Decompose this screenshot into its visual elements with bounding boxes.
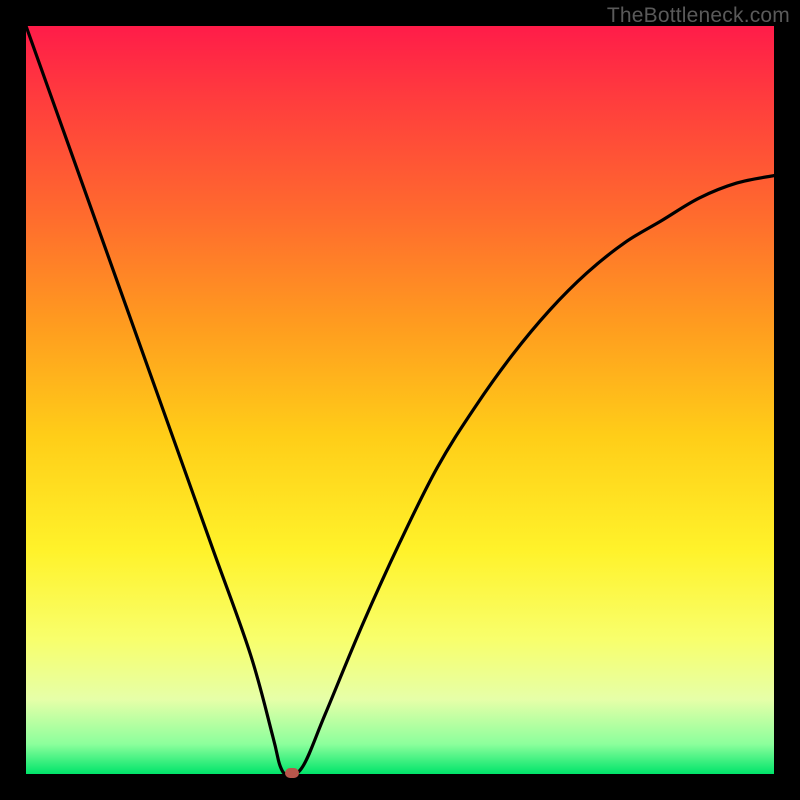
plot-area bbox=[26, 26, 774, 774]
minimum-marker bbox=[285, 768, 299, 778]
watermark-label: TheBottleneck.com bbox=[607, 4, 790, 28]
chart-frame: TheBottleneck.com bbox=[0, 0, 800, 800]
bottleneck-curve bbox=[26, 26, 774, 774]
